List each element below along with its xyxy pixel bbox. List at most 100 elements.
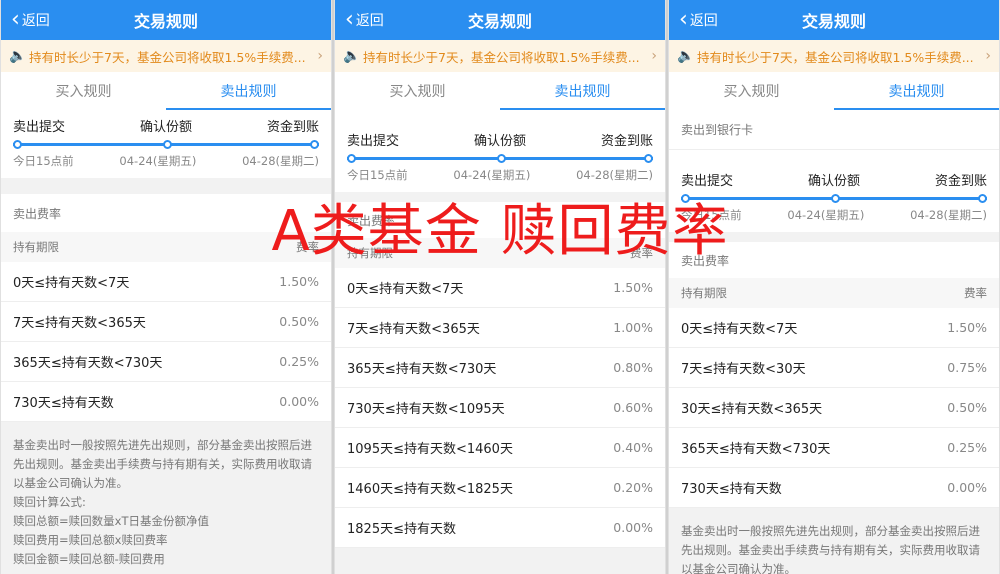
col-rate: 费率 — [964, 286, 987, 300]
fee-notice[interactable]: 🔈 持有时长少于7天，基金公司将收取1.5%手续费... › — [669, 40, 999, 72]
row-period: 365天≤持有天数<730天 — [13, 356, 163, 371]
chevron-left-icon: ‹ — [345, 7, 354, 32]
row-period: 730天≤持有天数 — [13, 396, 114, 411]
step-confirm: 确认份额 — [473, 134, 526, 149]
date-confirm: 04-24(星期五) — [119, 154, 197, 168]
fee-notice[interactable]: 🔈 持有时长少于7天，基金公司将收取1.5%手续费... › — [1, 40, 331, 72]
note-line: 赎回总额=赎回数量xT日基金份额净值 — [13, 514, 209, 528]
row-period: 365天≤持有天数<730天 — [681, 442, 831, 457]
timeline-dot — [644, 154, 653, 163]
step-arrive: 资金到账 — [266, 120, 319, 135]
table-row: 0天≤持有天数<7天 1.50% — [335, 268, 665, 308]
tab-buy-rules[interactable]: 买入规则 — [1, 72, 166, 110]
row-period: 365天≤持有天数<730天 — [347, 362, 497, 377]
row-rate: 0.50% — [279, 314, 319, 329]
rule-tabs: 买入规则 卖出规则 — [1, 72, 331, 110]
timeline-dot — [310, 140, 319, 149]
tab-sell-rules[interactable]: 卖出规则 — [834, 72, 999, 110]
row-period: 7天≤持有天数<365天 — [13, 316, 146, 331]
row-period: 0天≤持有天数<7天 — [347, 282, 464, 297]
row-rate: 1.50% — [613, 280, 653, 295]
date-arrive: 04-28(星期二) — [576, 168, 653, 182]
sell-timeline: 卖出提交 确认份额 资金到账 今日15点前 04-24(星期五) 04-28(星… — [669, 150, 999, 232]
date-confirm: 04-24(星期五) — [787, 208, 865, 222]
row-period: 1095天≤持有天数<1460天 — [347, 442, 513, 457]
tab-sell-rules[interactable]: 卖出规则 — [500, 72, 665, 110]
row-rate: 0.25% — [947, 440, 987, 455]
step-submit: 卖出提交 — [13, 120, 66, 135]
back-button[interactable]: ‹ 返回 — [679, 0, 718, 40]
notice-text: 持有时长少于7天，基金公司将收取1.5%手续费... — [29, 49, 306, 65]
col-period: 持有期限 — [681, 286, 727, 300]
fee-notice[interactable]: 🔈 持有时长少于7天，基金公司将收取1.5%手续费... › — [335, 40, 665, 72]
table-row: 1460天≤持有天数<1825天 0.20% — [335, 468, 665, 508]
panel-3: ‹ 返回 交易规则 🔈 持有时长少于7天，基金公司将收取1.5%手续费... ›… — [668, 0, 1000, 574]
back-label: 返回 — [689, 13, 718, 29]
table-row: 730天≤持有天数<1095天 0.60% — [335, 388, 665, 428]
fee-section-title: 卖出费率 — [1, 194, 331, 232]
chevron-right-icon: › — [651, 48, 657, 64]
speaker-icon: 🔈 — [9, 48, 27, 64]
notice-text: 持有时长少于7天，基金公司将收取1.5%手续费... — [363, 49, 640, 65]
rule-tabs: 买入规则 卖出规则 — [335, 72, 665, 110]
row-rate: 0.25% — [279, 354, 319, 369]
row-period: 7天≤持有天数<30天 — [681, 362, 806, 377]
step-confirm: 确认份额 — [807, 174, 860, 189]
date-arrive: 04-28(星期二) — [242, 154, 319, 168]
timeline-dot — [347, 154, 356, 163]
fee-table-header: 持有期限 费率 — [669, 278, 999, 308]
rule-tabs: 买入规则 卖出规则 — [669, 72, 999, 110]
col-rate: 费率 — [630, 246, 653, 260]
row-rate: 0.20% — [613, 480, 653, 495]
speaker-icon: 🔈 — [343, 48, 361, 64]
timeline-dot — [163, 140, 172, 149]
page-title: 交易规则 — [801, 12, 866, 31]
bank-card-label: 卖出到银行卡 — [669, 110, 999, 150]
tab-sell-rules[interactable]: 卖出规则 — [166, 72, 331, 110]
row-rate: 0.00% — [279, 394, 319, 409]
table-row: 1095天≤持有天数<1460天 0.40% — [335, 428, 665, 468]
row-period: 30天≤持有天数<365天 — [681, 402, 823, 417]
col-rate: 费率 — [296, 240, 319, 254]
row-rate: 0.00% — [947, 480, 987, 495]
back-button[interactable]: ‹ 返回 — [11, 0, 50, 40]
row-period: 730天≤持有天数 — [681, 482, 782, 497]
fee-table-header: 持有期限 费率 — [335, 238, 665, 268]
page-title: 交易规则 — [133, 12, 198, 31]
note-paragraph: 基金卖出时一般按照先进先出规则，部分基金卖出按照后进先出规则。基金卖出手续费与持… — [681, 524, 980, 574]
nav-bar: ‹ 返回 交易规则 — [335, 0, 665, 40]
table-row: 0天≤持有天数<7天 1.50% — [1, 262, 331, 302]
chevron-left-icon: ‹ — [11, 7, 20, 32]
date-submit: 今日15点前 — [13, 154, 74, 168]
row-period: 0天≤持有天数<7天 — [681, 322, 798, 337]
table-row: 7天≤持有天数<365天 1.00% — [335, 308, 665, 348]
table-row: 0天≤持有天数<7天 1.50% — [669, 308, 999, 348]
table-row: 365天≤持有天数<730天 0.25% — [1, 342, 331, 382]
table-row: 730天≤持有天数 0.00% — [669, 468, 999, 508]
panel-2: ‹ 返回 交易规则 🔈 持有时长少于7天，基金公司将收取1.5%手续费... ›… — [334, 0, 666, 574]
date-confirm: 04-24(星期五) — [453, 168, 531, 182]
row-rate: 0.75% — [947, 360, 987, 375]
timeline-dot — [13, 140, 22, 149]
row-rate: 0.50% — [947, 400, 987, 415]
tab-buy-rules[interactable]: 买入规则 — [669, 72, 834, 110]
timeline-dot — [497, 154, 506, 163]
row-rate: 0.00% — [613, 520, 653, 535]
row-rate: 0.60% — [613, 400, 653, 415]
fee-table-header: 持有期限 费率 — [1, 232, 331, 262]
date-arrive: 04-28(星期二) — [910, 208, 987, 222]
rules-note: 基金卖出时一般按照先进先出规则，部分基金卖出按照后进先出规则。基金卖出手续费与持… — [669, 508, 999, 574]
tab-buy-rules[interactable]: 买入规则 — [335, 72, 500, 110]
timeline-dot — [831, 194, 840, 203]
table-row: 365天≤持有天数<730天 0.80% — [335, 348, 665, 388]
row-period: 1460天≤持有天数<1825天 — [347, 482, 513, 497]
rules-note: 基金卖出时一般按照先进先出规则，部分基金卖出按照后进先出规则。基金卖出手续费与持… — [1, 422, 331, 574]
timeline-dot — [681, 194, 690, 203]
panel-1: ‹ 返回 交易规则 🔈 持有时长少于7天，基金公司将收取1.5%手续费... ›… — [0, 0, 332, 574]
step-submit: 卖出提交 — [347, 134, 400, 149]
note-paragraph: 基金卖出时一般按照先进先出规则，部分基金卖出按照后进先出规则。基金卖出手续费与持… — [13, 438, 312, 490]
date-submit: 今日15点前 — [347, 168, 408, 182]
back-button[interactable]: ‹ 返回 — [345, 0, 384, 40]
step-arrive: 资金到账 — [600, 134, 653, 149]
back-label: 返回 — [355, 13, 384, 29]
